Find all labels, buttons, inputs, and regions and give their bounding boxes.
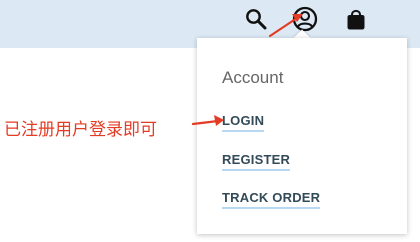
account-icon[interactable]	[292, 6, 318, 32]
annotation-text: 已注册用户登录即可	[4, 120, 157, 139]
bag-icon[interactable]	[345, 7, 367, 31]
search-icon[interactable]	[245, 8, 267, 30]
login-link[interactable]: LOGIN	[222, 113, 265, 132]
account-dropdown: Account LOGIN REGISTER TRACK ORDER	[197, 38, 407, 234]
account-heading: Account	[222, 68, 284, 87]
register-link[interactable]: REGISTER	[222, 152, 291, 171]
track-order-link[interactable]: TRACK ORDER	[222, 190, 321, 209]
